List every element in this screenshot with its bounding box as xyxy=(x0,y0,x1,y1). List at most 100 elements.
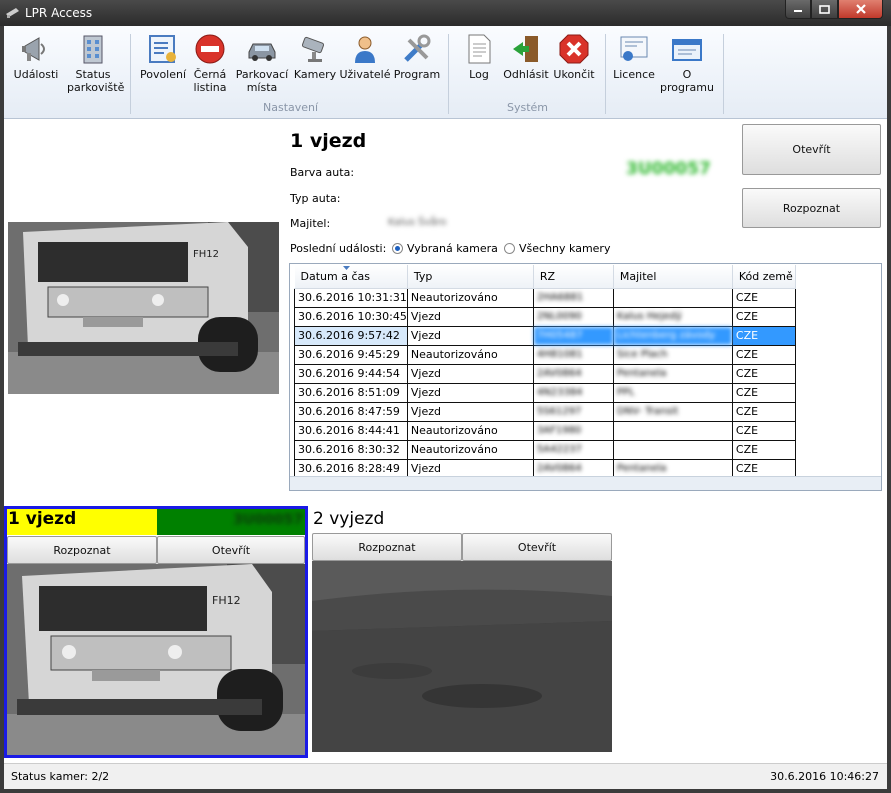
building-icon xyxy=(83,35,103,64)
events-table[interactable]: Datum a čas Typ RZ Majitel Kód země 30.6… xyxy=(289,263,882,491)
cell-datetime: 30.6.2016 8:44:41 xyxy=(294,420,408,441)
title-bar[interactable]: LPR Access xyxy=(0,0,891,26)
column-header-plate[interactable]: RZ xyxy=(533,265,614,289)
camera-feed[interactable]: FH12 xyxy=(7,564,305,755)
camera-plate: 3U00057 xyxy=(233,512,303,528)
ribbon-label: Černá listina xyxy=(193,68,227,94)
detected-plate: 3U00057 xyxy=(626,159,711,179)
minimize-icon xyxy=(794,10,802,12)
open-gate-button[interactable]: Otevřít xyxy=(462,533,612,561)
column-header-country[interactable]: Kód země xyxy=(732,265,796,289)
ribbon-label: O programu xyxy=(660,68,714,94)
ribbon-label: Parkovací místa xyxy=(235,68,289,94)
exit-x-icon xyxy=(559,34,589,64)
ribbon-separator xyxy=(130,34,131,114)
group-label-system: Systém xyxy=(507,101,549,114)
permits-button[interactable]: Povolení xyxy=(137,32,189,81)
cell-owner: Pentanela xyxy=(612,363,733,384)
maximize-button[interactable] xyxy=(811,0,838,19)
last-events-label: Poslední události: xyxy=(290,242,387,255)
status-datetime: 30.6.2016 10:46:27 xyxy=(770,770,879,783)
program-button[interactable]: Program xyxy=(392,32,442,81)
camera-icon xyxy=(301,36,325,62)
open-gate-button[interactable]: Otevřít xyxy=(157,536,305,564)
logout-button[interactable]: Odhlásit xyxy=(502,32,550,81)
column-header-datetime[interactable]: Datum a čas xyxy=(294,265,408,289)
radio-all-cameras[interactable]: Všechny kamery xyxy=(504,242,610,255)
radio-button[interactable] xyxy=(504,243,515,254)
table-row[interactable]: 30.6.2016 10:31:31 Neautorizováno 2HA6881 C… xyxy=(294,287,796,308)
app-window: LPR Access Události Status parkoviště Po… xyxy=(0,0,891,793)
ribbon-label: Povolení xyxy=(139,68,187,81)
table-row[interactable]: 30.6.2016 8:44:41 Neautorizováno 3AF1980 CZ… xyxy=(294,420,796,441)
cell-country: CZE xyxy=(731,325,796,346)
ribbon-separator xyxy=(605,34,606,114)
camera-tile-1[interactable]: 1 vjezd 3U00057 Rozpoznat Otevřít FH12 xyxy=(4,506,308,758)
radio-button-checked[interactable] xyxy=(392,243,403,254)
column-header-owner[interactable]: Majitel xyxy=(613,265,733,289)
radio-label: Vybraná kamera xyxy=(407,242,498,255)
cell-country: CZE xyxy=(731,382,796,403)
radio-label: Všechny kamery xyxy=(519,242,611,255)
events-grid: Datum a čas Typ RZ Majitel Kód země 30.6… xyxy=(294,265,796,479)
table-row[interactable]: 30.6.2016 9:44:54 Vjezd 2AV0864 Pentanela CZ… xyxy=(294,363,796,384)
cell-owner: DNV- Transit xyxy=(612,401,733,422)
cell-type: Vjezd xyxy=(406,306,534,327)
camera-name: 2 vyjezd xyxy=(313,509,385,529)
car-type-label: Typ auta: xyxy=(290,192,341,205)
table-row[interactable]: 30.6.2016 9:45:29 Neautorizováno 4H81081 Si… xyxy=(294,344,796,365)
minimize-button[interactable] xyxy=(785,0,811,19)
cell-plate: 4H81081 xyxy=(532,344,614,365)
column-header-type[interactable]: Typ xyxy=(407,265,534,289)
cell-type: Neautorizováno xyxy=(406,287,534,308)
radio-selected-camera[interactable]: Vybraná kamera xyxy=(392,242,498,255)
cell-owner xyxy=(612,439,733,460)
cell-plate: 2AV0864 xyxy=(532,363,614,384)
ribbon-separator xyxy=(723,34,724,114)
log-button[interactable]: Log xyxy=(459,32,499,81)
cameras-button[interactable]: Kamery xyxy=(292,32,338,81)
users-button[interactable]: Uživatelé xyxy=(338,32,392,81)
table-row[interactable]: 30.6.2016 9:57:42 Vjezd 7H05487 Lichtenberg… xyxy=(294,325,796,346)
table-row[interactable]: 30.6.2016 8:47:59 Vjezd 5S61297 DNV- Transi… xyxy=(294,401,796,422)
parking-status-button[interactable]: Status parkoviště xyxy=(62,32,124,94)
svg-text:FH12: FH12 xyxy=(212,594,241,607)
megaphone-icon xyxy=(22,37,45,61)
recognize-button[interactable]: Rozpoznat xyxy=(742,188,881,228)
permit-list-icon xyxy=(149,35,176,63)
ribbon-separator xyxy=(448,34,449,114)
ribbon-label: Události xyxy=(13,68,59,81)
parking-spaces-button[interactable]: Parkovací místa xyxy=(232,32,292,94)
blacklist-button[interactable]: Černá listina xyxy=(188,32,232,94)
cell-country: CZE xyxy=(731,401,796,422)
cell-owner: Sice Plach xyxy=(612,344,733,365)
cell-owner: Lichtenberg závody xyxy=(612,325,733,346)
cell-plate: 5A42237 xyxy=(532,439,614,460)
quit-button[interactable]: Ukončit xyxy=(550,32,598,81)
owner-value: Kalus Švåro xyxy=(388,217,447,228)
cell-type: Neautorizováno xyxy=(406,439,534,460)
recognize-button[interactable]: Rozpoznat xyxy=(7,536,157,564)
table-row[interactable]: 30.6.2016 8:30:32 Neautorizováno 5A42237 CZ… xyxy=(294,439,796,460)
events-button[interactable]: Události xyxy=(10,32,62,81)
cell-country: CZE xyxy=(731,363,796,384)
ribbon-label: Uživatelé xyxy=(339,68,391,81)
ribbon-label: Status parkoviště xyxy=(67,68,125,94)
camera-title: 1 vjezd xyxy=(290,130,367,152)
certificate-icon xyxy=(620,36,648,61)
cell-type: Vjezd xyxy=(406,325,534,346)
cell-type: Vjezd xyxy=(406,363,534,384)
cell-plate: 3AF1980 xyxy=(532,420,614,441)
recognize-button[interactable]: Rozpoznat xyxy=(312,533,462,561)
table-row[interactable]: 30.6.2016 10:30:45 Vjezd 2NL0090 Kalus Heje… xyxy=(294,306,796,327)
camera-feed[interactable] xyxy=(312,561,612,752)
open-gate-button[interactable]: Otevřít xyxy=(742,124,881,175)
ribbon-label: Ukončit xyxy=(553,68,595,81)
cell-datetime: 30.6.2016 8:30:32 xyxy=(294,439,408,460)
table-row[interactable]: 30.6.2016 8:51:09 Vjezd 4N23384 PPL CZE xyxy=(294,382,796,403)
close-button[interactable] xyxy=(838,0,883,19)
about-button[interactable]: O programu xyxy=(656,32,718,94)
license-button[interactable]: Licence xyxy=(612,32,656,81)
window-title: LPR Access xyxy=(25,6,93,20)
camera-snapshot[interactable]: FH12 xyxy=(8,222,279,394)
